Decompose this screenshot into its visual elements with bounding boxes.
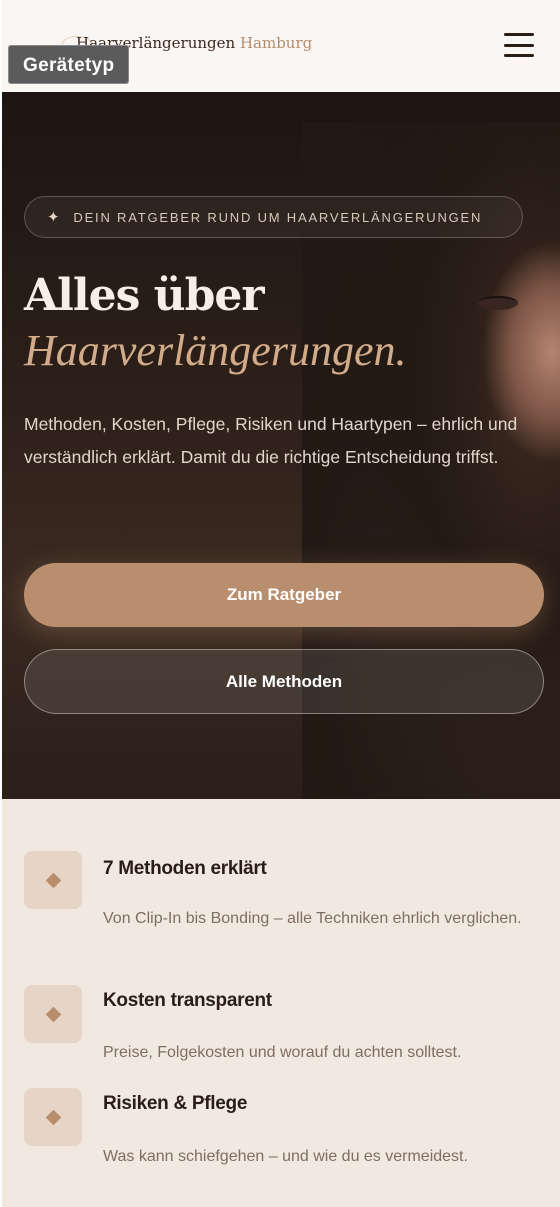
hero-portrait-detail: [478, 296, 518, 310]
feature-text: Von Clip-In bis Bonding – alle Techniken…: [103, 910, 522, 927]
feature-title: Risiken & Pflege: [103, 1093, 248, 1114]
all-methods-button[interactable]: Alle Methoden: [24, 649, 544, 714]
hamburger-menu-button[interactable]: [502, 30, 536, 60]
diamond-icon: [24, 851, 82, 909]
hero-badge: ✦ DEIN RATGEBER RUND UM HAARVERLÄNGERUNG…: [24, 196, 523, 238]
hero-section: ✦ DEIN RATGEBER RUND UM HAARVERLÄNGERUNG…: [0, 92, 560, 799]
feature-text: Preise, Folgekosten und worauf du achten…: [103, 1044, 462, 1061]
feature-text: Was kann schiefgehen – und wie du es ver…: [103, 1148, 468, 1165]
diamond-icon: [24, 985, 82, 1043]
hero-title-accent: Haarverlängerungen.: [24, 326, 407, 375]
brand-location: Hamburg: [239, 34, 313, 52]
diamond-icon: [24, 1088, 82, 1146]
sparkle-icon: ✦: [47, 209, 62, 226]
feature-title: 7 Methoden erklärt: [103, 858, 267, 879]
device-type-label[interactable]: Gerätetyp: [8, 45, 130, 84]
hero-badge-text: DEIN RATGEBER RUND UM HAARVERLÄNGERUNGEN: [73, 209, 483, 225]
hero-lead-text: Methoden, Kosten, Pflege, Risiken und Ha…: [24, 414, 518, 467]
features-section: 7 Methoden erklärt Von Clip-In bis Bondi…: [0, 799, 560, 1207]
guide-button[interactable]: Zum Ratgeber: [24, 563, 544, 627]
feature-title: Kosten transparent: [103, 990, 272, 1011]
hamburger-icon: [504, 33, 534, 36]
hero-title: Alles über: [24, 270, 265, 321]
